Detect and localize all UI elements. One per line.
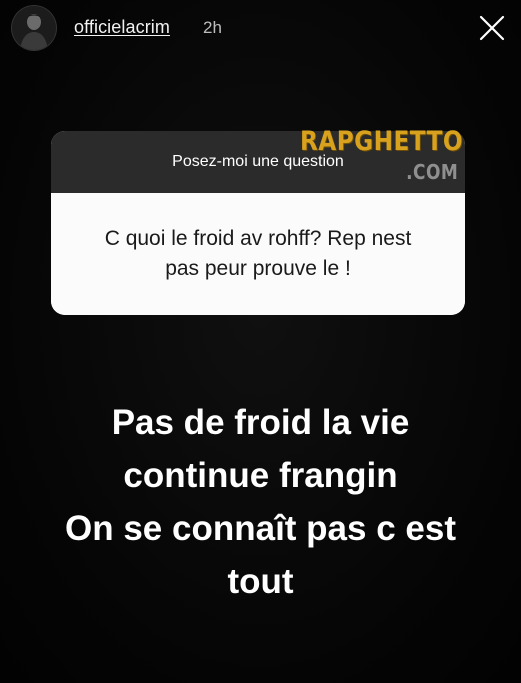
story-view[interactable]: officielacrim 2h Posez-moi une question … [0, 0, 521, 683]
watermark-text-bottom: .COM [405, 160, 458, 184]
timestamp: 2h [203, 18, 222, 37]
answer-line: On se connaît pas c est [65, 509, 456, 548]
answer-line: Pas de froid la vie [111, 403, 410, 442]
watermark-text-top: RAPGHETTO [300, 126, 464, 157]
watermark-logo: RAPGHETTO .COM [300, 124, 464, 186]
answer-line: continue frangin [123, 456, 398, 495]
close-icon [479, 15, 505, 41]
answer-line: tout [227, 562, 294, 601]
question-sticker-body: C quoi le froid av rohff? Rep nest pas p… [51, 193, 465, 315]
question-text: C quoi le froid av rohff? Rep nest pas p… [104, 227, 412, 280]
answer-text: Pas de froid la vie continue frangin On … [0, 396, 521, 608]
avatar-photo-icon [12, 6, 56, 50]
avatar[interactable] [12, 6, 56, 50]
story-header: officielacrim 2h [0, 0, 521, 56]
close-button[interactable] [479, 15, 505, 41]
username-link[interactable]: officielacrim [74, 17, 170, 38]
